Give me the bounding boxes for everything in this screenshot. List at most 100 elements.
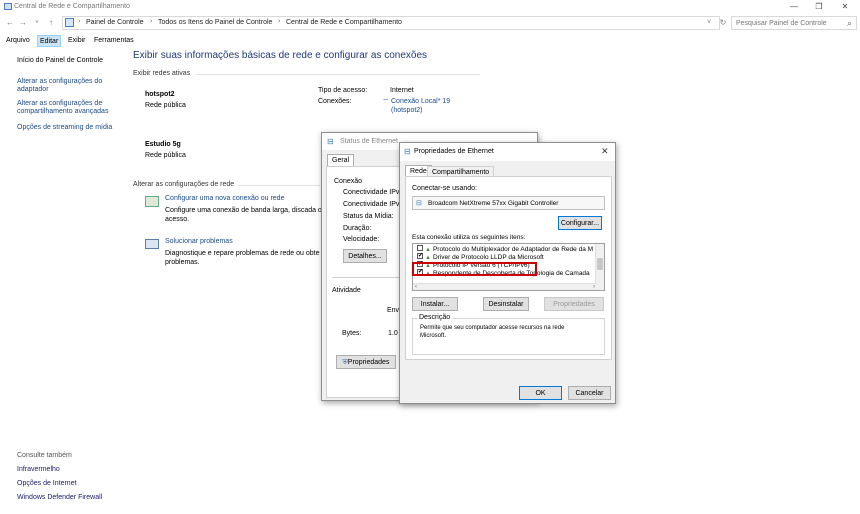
wifi-icon: ⌔	[382, 97, 390, 106]
breadcrumb-network-center[interactable]: Central de Rede e Compartilhamento	[286, 19, 402, 26]
title-bar: Central de Rede e Compartilhamento — ❐ ✕	[0, 0, 860, 14]
menu-file[interactable]: Arquivo	[4, 37, 32, 44]
description-text: Permite que seu computador acesse recurs…	[420, 325, 565, 331]
page-title: Exibir suas informações básicas de rede …	[133, 50, 428, 61]
bytes-label: Bytes:	[342, 330, 362, 337]
connections-label: Conexões:	[318, 98, 352, 105]
ipv6-label: Conectividade IPv6	[343, 201, 404, 208]
cancel-button[interactable]: Cancelar	[568, 386, 611, 400]
details-button[interactable]: Detalhes...	[343, 249, 387, 263]
network-center-icon	[4, 3, 12, 10]
bytes-value: 1.0	[388, 330, 398, 337]
adapter-name: Broadcom NetXtreme 57xx Gigabit Controll…	[428, 200, 559, 207]
ipv6-highlight-box	[412, 262, 537, 276]
close-icon[interactable]: ✕	[601, 146, 609, 157]
tab-general[interactable]: Geral	[327, 154, 355, 166]
maximize-button[interactable]: ❐	[808, 1, 830, 13]
see-also-title: Consulte também	[17, 452, 72, 459]
breadcrumb-all-items[interactable]: Todos os Itens do Painel de Controle	[158, 19, 272, 26]
up-arrow-icon[interactable]: ↑	[45, 17, 57, 29]
adapter-field: ⊟ Broadcom NetXtreme 57xx Gigabit Contro…	[412, 196, 605, 210]
breadcrumb-control-panel[interactable]: Painel de Controle	[86, 19, 144, 26]
connection-group-label: Conexão	[334, 178, 363, 185]
dialog-titlebar: ⊟ Propriedades de Ethernet ✕	[400, 143, 615, 161]
description-text-2: Microsoft.	[420, 333, 447, 339]
item-checkbox[interactable]	[417, 245, 423, 252]
activity-label: Atividade	[332, 287, 361, 294]
list-item[interactable]: ▲ Protocolo do Multiplexador de Adaptador…	[413, 245, 604, 254]
troubleshoot-desc-2: problemas.	[165, 259, 200, 266]
chevron-right-icon: ›	[150, 18, 153, 25]
setup-connection-desc-2: acesso.	[165, 216, 190, 223]
troubleshoot-link[interactable]: Solucionar problemas	[165, 238, 233, 245]
uninstall-button[interactable]: Desinstalar	[483, 297, 529, 311]
ethernet-properties-dialog: ⊟ Propriedades de Ethernet ✕ Rede Compar…	[399, 142, 616, 404]
ok-button[interactable]: OK	[519, 386, 562, 400]
ipv4-label: Conectividade IPv4	[343, 189, 404, 196]
ethernet-icon: ⊟	[404, 147, 411, 156]
configure-button[interactable]: Configurar...	[558, 216, 602, 230]
sidebar-item-sharing-settings[interactable]: Alterar as configurações de compartilham…	[17, 100, 108, 116]
search-icon: ⌕	[846, 18, 852, 28]
connect-using-label: Conectar-se usando:	[412, 185, 477, 192]
connection-link[interactable]: Conexão Local* 19	[391, 98, 450, 105]
list-item[interactable]: ✔ ▲ Driver de Protocolo LLDP da Microsoft	[413, 253, 604, 262]
media-status-label: Status da Mídia:	[343, 213, 394, 220]
status-properties-button[interactable]: ⛨Propriedades	[336, 355, 396, 369]
close-button[interactable]: ✕	[834, 1, 856, 13]
install-button[interactable]: Instalar...	[412, 297, 458, 311]
scrollbar-thumb[interactable]	[597, 258, 603, 270]
item-properties-button: Propriedades	[544, 297, 604, 311]
divider	[332, 277, 402, 278]
window-title: Central de Rede e Compartilhamento	[14, 3, 130, 10]
minimize-button[interactable]: —	[783, 1, 805, 13]
network-type: Rede pública	[145, 102, 186, 109]
active-networks-header: Exibir redes ativas	[133, 70, 191, 77]
menu-tools[interactable]: Ferramentas	[92, 37, 136, 44]
change-settings-header: Alterar as configurações de rede	[133, 181, 235, 188]
see-also-internet-options[interactable]: Opções de Internet	[17, 480, 77, 488]
items-label: Esta conexão utiliza os seguintes itens:	[412, 234, 526, 241]
chevron-right-icon: ›	[278, 18, 281, 25]
network-adapter-icon: ⊟	[416, 200, 422, 207]
forward-arrow-icon[interactable]: →	[17, 17, 29, 29]
setup-connection-link[interactable]: Configurar uma nova conexão ou rede	[165, 195, 284, 202]
scroll-right-icon[interactable]: ›	[593, 284, 595, 290]
sidebar-home-link[interactable]: Início do Painel de Controle	[17, 57, 103, 65]
sidebar-item-media-streaming[interactable]: Opções de streaming de mídia	[17, 124, 112, 132]
network-type: Rede pública	[145, 152, 186, 159]
back-arrow-icon[interactable]: ←	[4, 17, 16, 29]
chevron-right-icon: ›	[78, 18, 81, 25]
speed-label: Velocidade:	[343, 236, 380, 243]
protocol-icon: ▲	[425, 255, 431, 261]
network-name: Estudio 5g	[145, 141, 181, 148]
access-type-label: Tipo de acesso:	[318, 87, 368, 94]
dialog-title: Status de Ethernet	[340, 138, 398, 145]
sidebar-item-adapter-settings[interactable]: Alterar as configurações do adaptador	[17, 78, 102, 94]
divider	[196, 74, 480, 75]
duration-label: Duração:	[343, 225, 372, 232]
troubleshoot-desc: Diagnostique e repare problemas de rede …	[165, 250, 320, 257]
see-also-firewall[interactable]: Windows Defender Firewall	[17, 494, 102, 502]
troubleshoot-icon	[145, 239, 159, 249]
menu-view[interactable]: Exibir	[66, 37, 88, 44]
divider	[238, 185, 320, 186]
dialog-title: Propriedades de Ethernet	[414, 148, 494, 155]
scroll-left-icon[interactable]: ‹	[415, 284, 417, 290]
new-connection-icon	[145, 196, 159, 207]
connection-link-sub[interactable]: (hotspot2)	[391, 107, 423, 114]
horizontal-scrollbar[interactable]: ‹ ›	[413, 283, 597, 290]
item-checkbox-checked[interactable]: ✔	[417, 253, 423, 260]
dropdown-chevron-icon[interactable]: ˅	[703, 17, 715, 29]
refresh-icon[interactable]: ↻	[717, 17, 729, 29]
access-type-value: Internet	[390, 87, 414, 94]
see-also-infrared[interactable]: Infravermelho	[17, 466, 60, 474]
ethernet-icon: ⊟	[327, 137, 334, 146]
network-name: hotspot2	[145, 91, 175, 98]
setup-connection-desc: Configure uma conexão de banda larga, di…	[165, 207, 322, 214]
control-panel-icon	[65, 18, 74, 27]
search-input[interactable]: Pesquisar Painel de Controle ⌕	[731, 16, 857, 30]
recent-chevron-icon[interactable]: ˅	[31, 17, 43, 29]
protocol-icon: ▲	[425, 247, 431, 253]
menu-edit[interactable]: Editar	[37, 35, 62, 47]
